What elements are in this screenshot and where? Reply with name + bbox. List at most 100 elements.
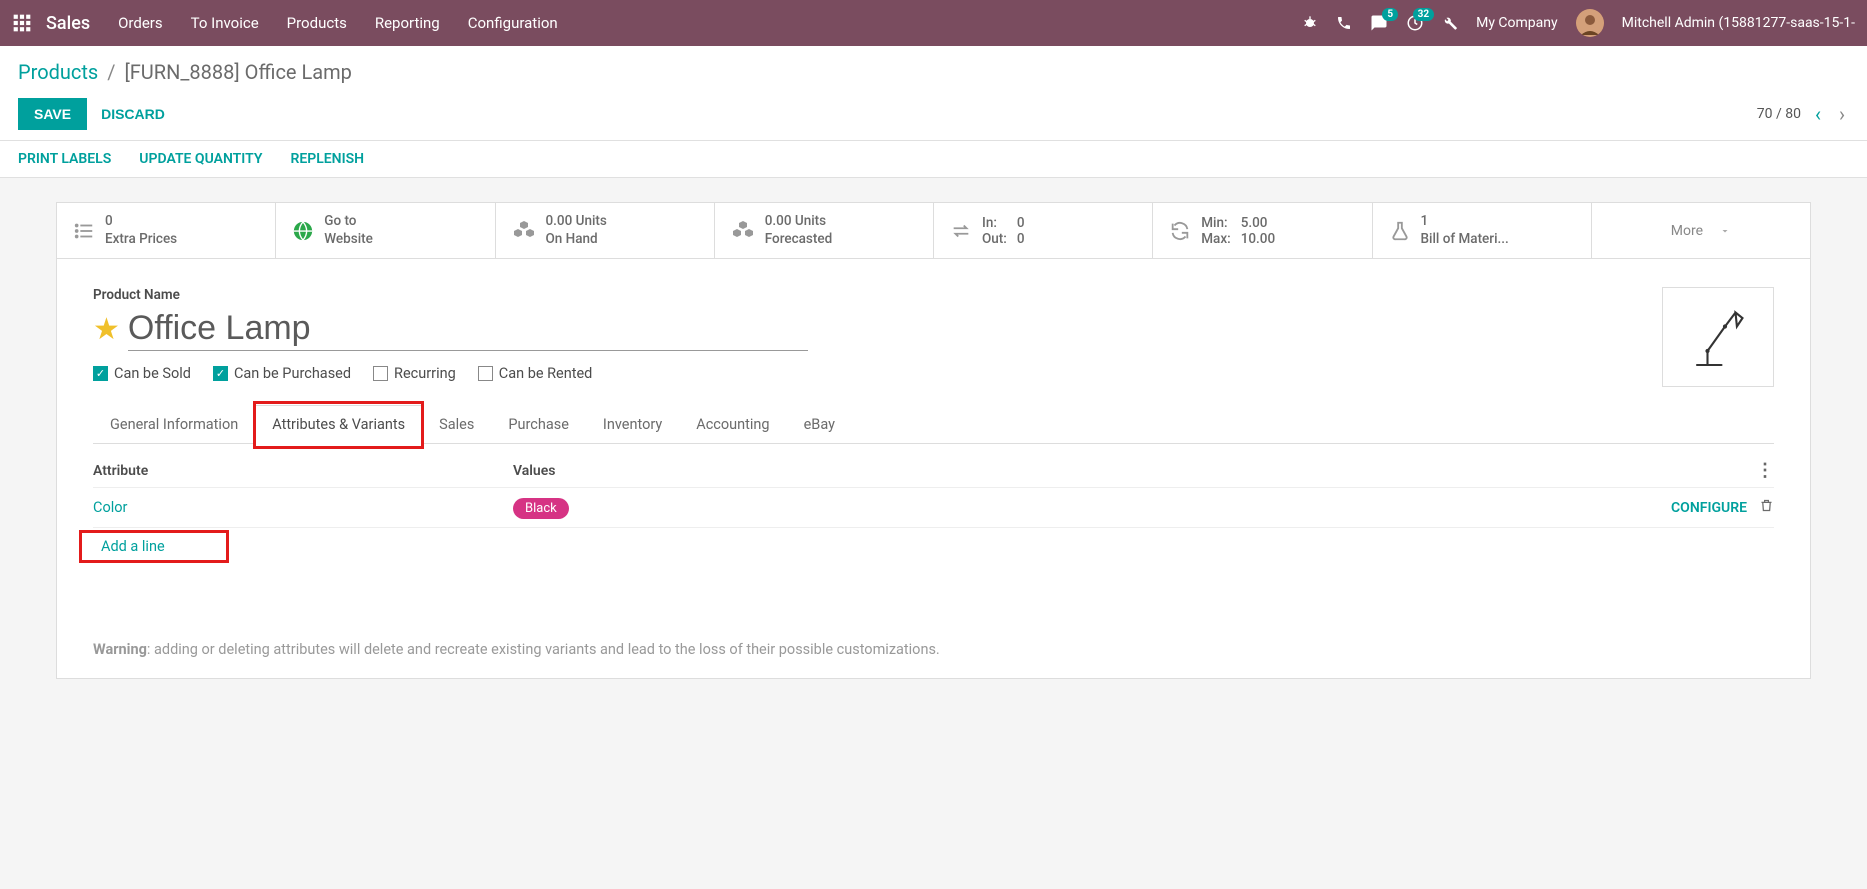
stat-bom[interactable]: 1Bill of Materi... <box>1373 203 1592 258</box>
add-a-line[interactable]: Add a line <box>93 536 173 557</box>
lamp-icon <box>1683 302 1753 372</box>
stat-website-l1: Go to <box>324 213 373 231</box>
pager-text: 70 / 80 <box>1757 106 1801 122</box>
pager: 70 / 80 ‹ › <box>1757 102 1849 126</box>
check-icon: ✓ <box>93 366 108 381</box>
configure-button[interactable]: CONFIGURE <box>1671 500 1747 516</box>
stat-extra-label: Extra Prices <box>105 231 177 249</box>
stat-bom-label: Bill of Materi... <box>1421 231 1509 249</box>
stat-inout[interactable]: In: 0 Out: 0 <box>934 203 1153 258</box>
phone-icon[interactable] <box>1336 15 1352 31</box>
apps-icon[interactable] <box>12 13 32 33</box>
stat-website-l2: Website <box>324 231 373 249</box>
stat-forecast-l2: Forecasted <box>765 231 832 249</box>
list-icon <box>73 220 95 242</box>
breadcrumb-parent[interactable]: Products <box>18 60 98 84</box>
breadcrumb: Products / [FURN_8888] Office Lamp <box>18 60 1849 84</box>
menu-orders[interactable]: Orders <box>118 14 163 32</box>
replenish-button[interactable]: REPLENISH <box>290 151 364 167</box>
checkbox-rented[interactable]: Can be Rented <box>478 365 593 382</box>
avatar[interactable] <box>1576 9 1604 37</box>
boxes-icon <box>512 219 536 243</box>
kebab-icon[interactable]: ⋮ <box>1750 460 1774 481</box>
table-row: Color Black CONFIGURE <box>93 487 1774 527</box>
print-labels-button[interactable]: PRINT LABELS <box>18 151 111 167</box>
transfer-icon <box>950 220 972 242</box>
checkbox-icon <box>478 366 493 381</box>
menu-to-invoice[interactable]: To Invoice <box>191 14 259 32</box>
tab-purchase[interactable]: Purchase <box>491 405 586 443</box>
attribute-table: Attribute Values ⋮ Color Black CONFIGURE… <box>93 454 1774 565</box>
stat-row: 0Extra Prices Go toWebsite 0.00 UnitsOn … <box>57 203 1810 259</box>
stat-forecast-l1: 0.00 Units <box>765 213 832 231</box>
pager-prev-icon[interactable]: ‹ <box>1811 102 1825 126</box>
stat-forecast[interactable]: 0.00 UnitsForecasted <box>715 203 934 258</box>
stat-out-label: Out: <box>982 231 1007 247</box>
checkbox-icon <box>373 366 388 381</box>
stat-bom-n: 1 <box>1421 213 1509 231</box>
breadcrumb-current: [FURN_8888] Office Lamp <box>124 60 351 84</box>
stat-website[interactable]: Go toWebsite <box>276 203 495 258</box>
boxes-icon <box>731 219 755 243</box>
tools-icon[interactable] <box>1442 15 1458 31</box>
menu-reporting[interactable]: Reporting <box>375 14 440 32</box>
app-name[interactable]: Sales <box>46 13 90 34</box>
tabs: General Information Attributes & Variant… <box>93 405 1774 444</box>
product-image[interactable] <box>1662 287 1774 387</box>
warning-text: Warning: adding or deleting attributes w… <box>93 635 1774 658</box>
stat-in-label: In: <box>982 215 1007 231</box>
warning-body: : adding or deleting attributes will del… <box>147 641 940 658</box>
user-name[interactable]: Mitchell Admin (15881277-saas-15-1- <box>1622 15 1855 31</box>
attribute-link[interactable]: Color <box>93 499 127 516</box>
chevron-down-icon <box>1719 225 1731 237</box>
stat-min-val: 5.00 <box>1241 215 1275 231</box>
col-values: Values <box>513 463 1750 479</box>
topbar-right: 5 32 My Company Mitchell Admin (15881277… <box>1302 9 1855 37</box>
form-sheet: 0Extra Prices Go toWebsite 0.00 UnitsOn … <box>56 202 1811 679</box>
chat-icon[interactable]: 5 <box>1370 14 1388 32</box>
value-tag[interactable]: Black <box>513 498 569 519</box>
activity-icon[interactable]: 32 <box>1406 14 1424 32</box>
activity-badge: 32 <box>1413 8 1434 21</box>
main-menu: Orders To Invoice Products Reporting Con… <box>118 14 558 32</box>
col-attribute: Attribute <box>93 463 513 479</box>
chat-badge: 5 <box>1382 8 1398 21</box>
checkbox-recurring[interactable]: Recurring <box>373 365 456 382</box>
header: Products / [FURN_8888] Office Lamp SAVE … <box>0 46 1867 141</box>
company-name[interactable]: My Company <box>1476 15 1558 31</box>
topbar: Sales Orders To Invoice Products Reporti… <box>0 0 1867 46</box>
stat-more[interactable]: More <box>1592 203 1810 258</box>
tab-inventory[interactable]: Inventory <box>586 405 679 443</box>
menu-configuration[interactable]: Configuration <box>468 14 558 32</box>
checkbox-sold[interactable]: ✓Can be Sold <box>93 365 191 382</box>
breadcrumb-separator: / <box>107 60 115 84</box>
product-name-label: Product Name <box>93 287 1662 303</box>
pager-next-icon[interactable]: › <box>1835 102 1849 126</box>
tab-attributes-variants[interactable]: Attributes & Variants <box>255 405 422 444</box>
globe-icon <box>292 220 314 242</box>
stat-onhand-l1: 0.00 Units <box>546 213 607 231</box>
warning-label: Warning <box>93 641 147 658</box>
stat-in-val: 0 <box>1017 215 1025 231</box>
update-quantity-button[interactable]: UPDATE QUANTITY <box>139 151 262 167</box>
favorite-star-icon[interactable]: ★ <box>93 312 120 347</box>
stat-out-val: 0 <box>1017 231 1025 247</box>
tab-ebay[interactable]: eBay <box>787 405 852 443</box>
menu-products[interactable]: Products <box>287 14 347 32</box>
tab-accounting[interactable]: Accounting <box>679 405 786 443</box>
product-name-input[interactable] <box>128 307 808 351</box>
discard-button[interactable]: DISCARD <box>101 106 165 122</box>
stat-minmax[interactable]: Min: 5.00 Max: 10.00 <box>1153 203 1372 258</box>
stat-max-val: 10.00 <box>1241 231 1275 247</box>
tab-sales[interactable]: Sales <box>422 405 491 443</box>
stat-min-label: Min: <box>1201 215 1230 231</box>
stat-extra-prices[interactable]: 0Extra Prices <box>57 203 276 258</box>
bug-icon[interactable] <box>1302 15 1318 31</box>
save-button[interactable]: SAVE <box>18 98 87 130</box>
stat-extra-n: 0 <box>105 213 177 231</box>
tab-general-information[interactable]: General Information <box>93 405 255 443</box>
stat-max-label: Max: <box>1201 231 1230 247</box>
stat-onhand[interactable]: 0.00 UnitsOn Hand <box>496 203 715 258</box>
checkbox-purchased[interactable]: ✓Can be Purchased <box>213 365 351 382</box>
trash-icon[interactable] <box>1759 498 1774 517</box>
